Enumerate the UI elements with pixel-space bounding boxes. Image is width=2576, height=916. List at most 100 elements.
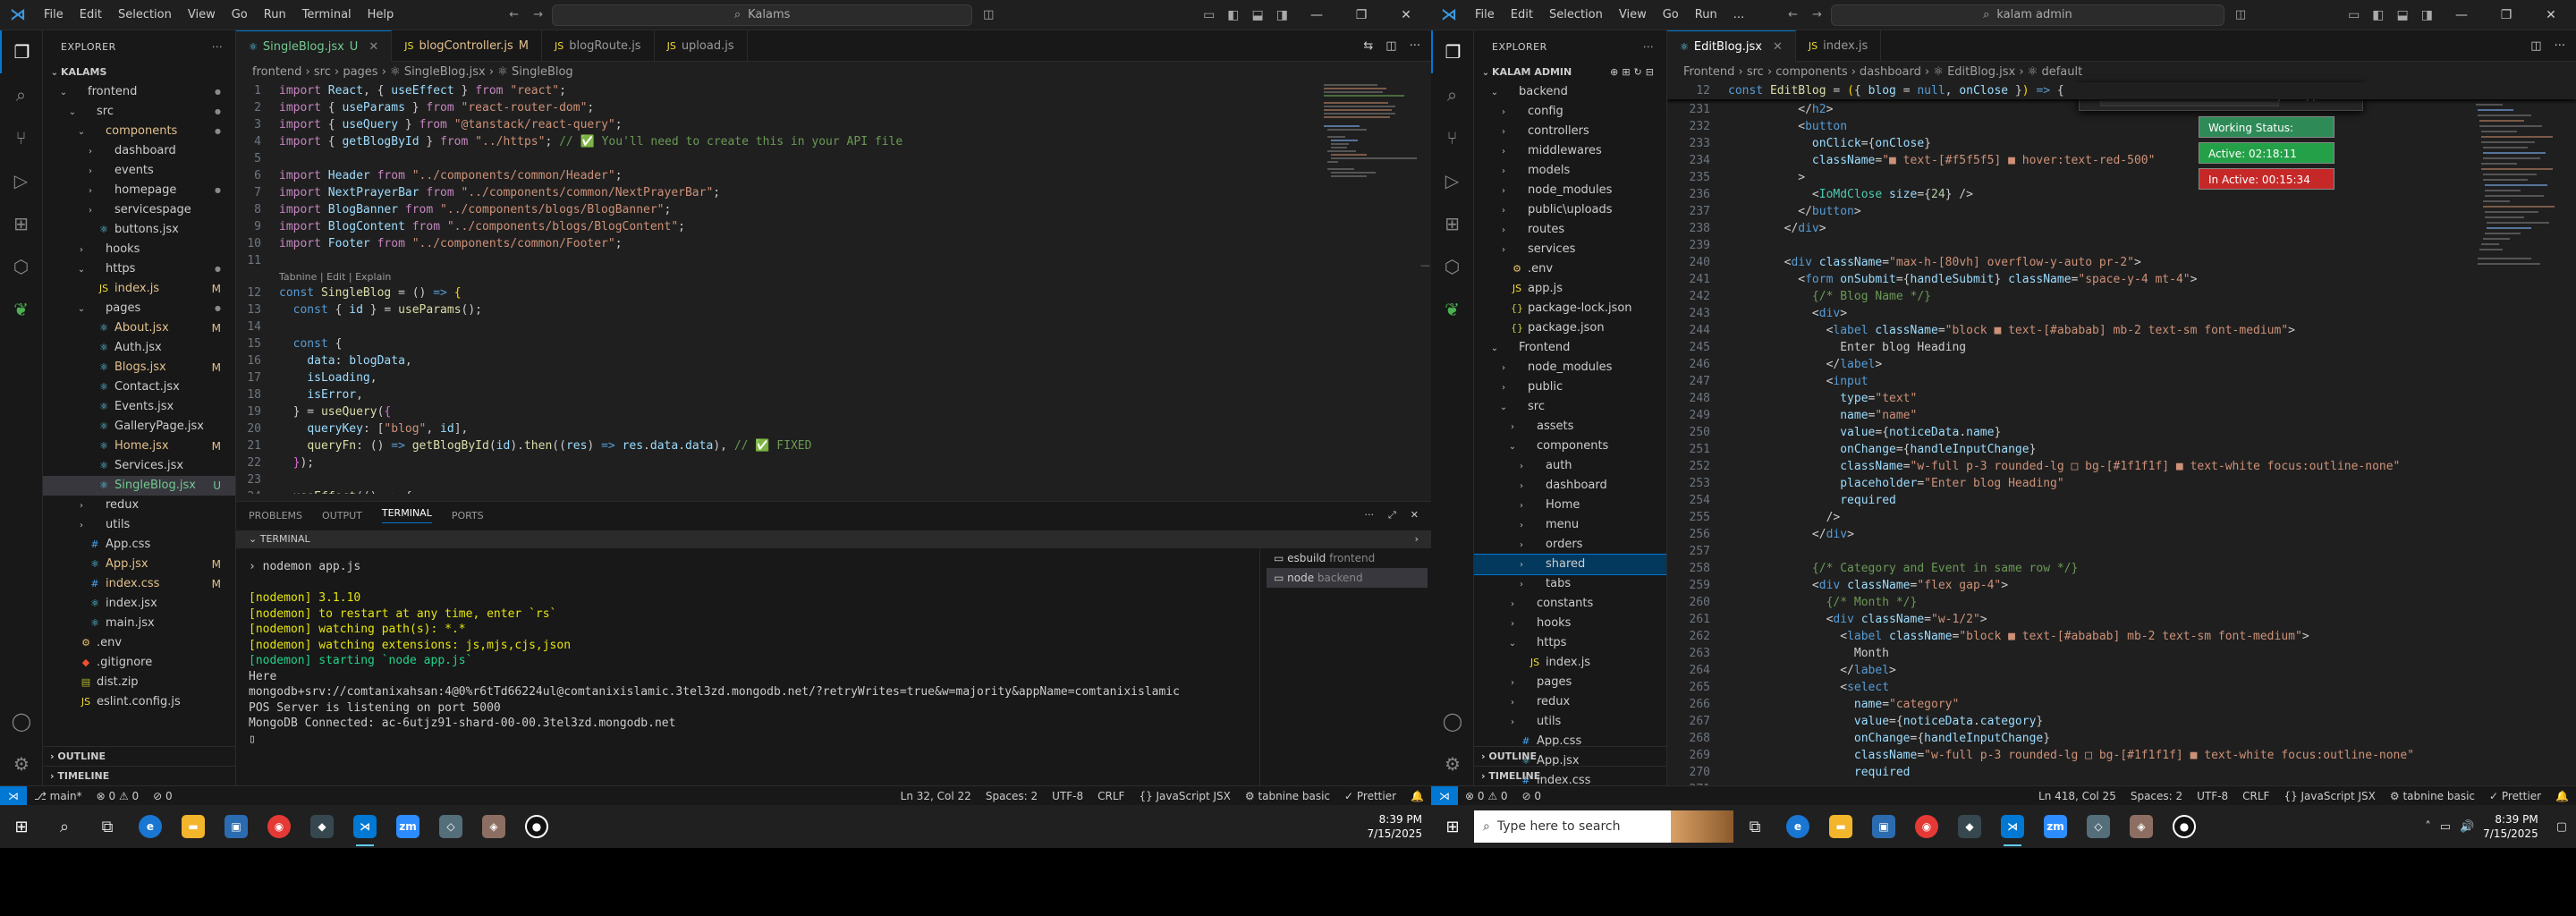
zoom-icon[interactable]: zm <box>386 805 429 848</box>
tree-item-public-uploads[interactable]: › public\uploads <box>1474 200 1666 220</box>
tree-item-tabs[interactable]: › tabs <box>1474 574 1666 594</box>
store-icon[interactable]: ▣ <box>1862 805 1905 848</box>
tree-item--gitignore[interactable]: ◆ .gitignore <box>43 653 235 673</box>
search-icon[interactable]: ⌕ <box>43 805 86 848</box>
remote-icon[interactable]: ⋊ <box>1431 785 1458 805</box>
tree-item-pages[interactable]: › pages <box>1474 673 1666 692</box>
tree-item-singleblog-jsx[interactable]: ⚛ SingleBlog.jsx U <box>43 476 235 496</box>
tree-item-package-lock-json[interactable]: {} package-lock.json <box>1474 299 1666 318</box>
status-item[interactable]: 🔔 <box>1403 790 1431 802</box>
minimize-button[interactable]: — <box>1301 8 1333 22</box>
tree-item-frontend[interactable]: ⌄ frontend ● <box>43 82 235 102</box>
store-icon[interactable]: ▣ <box>215 805 258 848</box>
gear-icon[interactable]: ⚙ <box>0 742 43 785</box>
tree-item-events-jsx[interactable]: ⚛ Events.jsx <box>43 397 235 417</box>
tree-item-home-jsx[interactable]: ⚛ Home.jsx M <box>43 437 235 456</box>
tree-item-src[interactable]: ⌄ src ● <box>43 102 235 122</box>
copilot-icon[interactable]: ◫ <box>983 8 994 21</box>
app3-icon[interactable]: ◈ <box>2120 805 2163 848</box>
search-icon[interactable]: ⌕ <box>1431 73 1473 116</box>
tab-upload-js[interactable]: JS upload.js <box>655 30 748 62</box>
tree-item-buttons-jsx[interactable]: ⚛ buttons.jsx <box>43 220 235 240</box>
extensions-icon[interactable]: ⊞ <box>1431 202 1473 245</box>
tree-item-assets[interactable]: › assets <box>1474 417 1666 437</box>
breadcrumb[interactable]: Frontend › src › components › dashboard … <box>1683 63 2082 82</box>
app4-icon[interactable]: ● <box>515 805 558 848</box>
minimap[interactable] <box>2474 100 2563 601</box>
tree-item-middlewares[interactable]: › middlewares <box>1474 141 1666 161</box>
menu-item-terminal[interactable]: Terminal <box>294 0 360 30</box>
status-item[interactable]: {} JavaScript JSX <box>2276 790 2382 802</box>
zoom-icon[interactable]: zm <box>2034 805 2077 848</box>
tree-item-controllers[interactable]: › controllers <box>1474 122 1666 141</box>
remote-explorer-icon[interactable]: ⬡ <box>0 245 42 288</box>
sticky-scroll-line[interactable]: 12 const EditBlog = ({ blog = null, onClo… <box>1667 82 2576 99</box>
menu-item-file[interactable]: File <box>1467 0 1503 30</box>
status-item[interactable]: Spaces: 2 <box>979 790 1045 802</box>
menu-item-edit[interactable]: Edit <box>1503 0 1541 30</box>
extensions-icon[interactable]: ⊞ <box>0 202 42 245</box>
copilot-icon[interactable]: ◫ <box>2235 8 2246 21</box>
windows-start-icon[interactable]: ⊞ <box>0 805 43 848</box>
tree-item-https[interactable]: ⌄ https <box>1474 633 1666 653</box>
edge-icon[interactable]: e <box>129 805 172 848</box>
status-item[interactable]: ⊘ 0 <box>146 790 180 802</box>
tab-terminal[interactable]: TERMINAL <box>381 507 432 523</box>
tree-item-package-json[interactable]: {} package.json <box>1474 318 1666 338</box>
windows-start-icon[interactable]: ⊞ <box>1431 805 1474 848</box>
menu-item-view[interactable]: View <box>1611 0 1655 30</box>
gear-icon[interactable]: ⚙ <box>1431 742 1474 785</box>
status-item[interactable]: ⊘ 0 <box>1515 790 1549 802</box>
network-icon[interactable]: ▭ <box>2440 820 2451 834</box>
tree-item-dist-zip[interactable]: ▤ dist.zip <box>43 673 235 692</box>
tab-blogcontroller-js[interactable]: JS blogController.js M <box>392 30 543 62</box>
tree-item-hooks[interactable]: › hooks <box>43 240 235 259</box>
explorer-icon[interactable]: ❐ <box>0 30 42 73</box>
minimap[interactable] <box>1320 82 1419 190</box>
chevron-right-icon[interactable]: › <box>1415 530 1419 548</box>
chrome-icon[interactable]: ◉ <box>1905 805 1948 848</box>
toggle-sidebar-icon[interactable]: ◧ <box>2372 8 2384 22</box>
status-item[interactable]: ⚙ tabnine basic <box>1238 790 1337 802</box>
app3-icon[interactable]: ◈ <box>472 805 515 848</box>
app-icon[interactable]: ◆ <box>301 805 343 848</box>
toggle-secondary-icon[interactable]: ◨ <box>2421 8 2433 22</box>
tree-item-orders[interactable]: › orders <box>1474 535 1666 555</box>
close-icon[interactable]: ✕ <box>369 40 378 54</box>
menu-item-view[interactable]: View <box>180 0 224 30</box>
forward-arrow-icon[interactable]: → <box>533 8 543 21</box>
terminal-instance-node[interactable]: ▭ node backend <box>1267 568 1428 588</box>
split-editor-icon[interactable]: ◫ <box>1385 39 1396 53</box>
menu-item-edit[interactable]: Edit <box>72 0 110 30</box>
run-debug-icon[interactable]: ▷ <box>1431 159 1473 202</box>
status-item[interactable]: ✓ Prettier <box>2482 790 2548 802</box>
terminal-output[interactable]: › nodemon app.js [nodemon] 3.1.10 [nodemon… <box>249 559 1180 747</box>
tree-item-index-js[interactable]: JS index.js M <box>43 279 235 299</box>
code-editor[interactable]: 12 const EditBlog = ({ blog = null, onClo… <box>1667 82 2576 785</box>
compare-icon[interactable]: ⇆ <box>1363 39 1373 53</box>
status-item[interactable]: ✓ Prettier <box>1337 790 1403 802</box>
tree-item-blogs-jsx[interactable]: ⚛ Blogs.jsx M <box>43 358 235 377</box>
mongodb-icon[interactable]: ❦ <box>0 288 42 331</box>
tree-item-app-jsx[interactable]: ⚛ App.jsx M <box>43 555 235 574</box>
outline-section[interactable]: › OUTLINE <box>43 746 235 766</box>
tree-item-dashboard[interactable]: › dashboard <box>1474 476 1666 496</box>
maximize-button[interactable]: ❐ <box>1345 8 1377 22</box>
command-center-search[interactable]: ⌕ Kalams <box>552 4 973 26</box>
tab-problems[interactable]: PROBLEMS <box>249 510 302 522</box>
tree-item-index-css[interactable]: # index.css M <box>43 574 235 594</box>
clock[interactable]: 8:39 PM 7/15/2025 <box>2483 812 2547 841</box>
edge-icon[interactable]: e <box>1776 805 1819 848</box>
close-icon[interactable]: ✕ <box>1773 40 1783 54</box>
tree-item-components[interactable]: ⌄ components <box>1474 437 1666 456</box>
workspace-root[interactable]: ⌄ KALAM ADMIN ⊕⊞↻⊟ <box>1474 63 1666 82</box>
back-arrow-icon[interactable]: ← <box>509 8 519 21</box>
tab-blogroute-js[interactable]: JS blogRoute.js <box>542 30 655 62</box>
vscode-logo-icon[interactable]: ⋊ <box>1431 0 1467 30</box>
menu-item-file[interactable]: File <box>36 0 72 30</box>
source-control-icon[interactable]: ⑂ <box>1431 116 1473 159</box>
vscode-logo-icon[interactable]: ⋊ <box>0 0 36 30</box>
tree-item-redux[interactable]: › redux <box>43 496 235 515</box>
tab-output[interactable]: OUTPUT <box>322 510 362 522</box>
search-icon[interactable]: ⌕ <box>0 73 42 116</box>
